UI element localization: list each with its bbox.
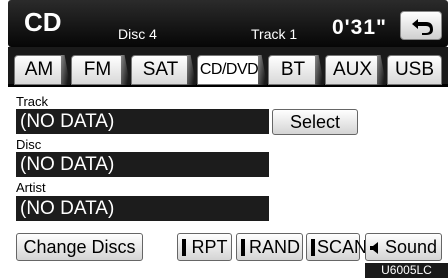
back-button[interactable] — [400, 11, 442, 40]
select-button[interactable]: Select — [272, 109, 358, 135]
figure-code: U6005LC — [365, 263, 448, 278]
source-title: CD — [24, 7, 62, 37]
scan-label: SCAN — [317, 237, 368, 257]
tab-sat[interactable]: SAT — [131, 55, 190, 85]
tab-usb[interactable]: USB — [387, 55, 442, 85]
tab-fm[interactable]: FM — [71, 55, 124, 85]
sound-button[interactable]: Sound — [365, 233, 442, 261]
now-playing-header: CD Disc 4 Track 1 0'31" — [8, 0, 448, 47]
disc-number: Disc 4 — [118, 26, 157, 42]
track-value: (NO DATA) — [16, 109, 269, 134]
disc-label: Disc — [16, 137, 42, 152]
scan-button[interactable]: SCAN — [306, 233, 367, 261]
track-number: Track 1 — [251, 26, 298, 42]
repeat-indicator — [182, 239, 186, 256]
disc-value: (NO DATA) — [16, 152, 269, 177]
tab-am[interactable]: AM — [14, 55, 64, 85]
artist-label: Artist — [16, 180, 46, 195]
repeat-button[interactable]: RPT — [177, 233, 232, 261]
source-tab-bar: AM FM SAT CD/DVD BT AUX USB — [8, 47, 448, 87]
return-arrow-icon — [412, 19, 433, 35]
tab-aux[interactable]: AUX — [325, 55, 380, 85]
random-indicator — [241, 239, 245, 256]
sound-label: Sound — [384, 237, 438, 257]
tab-bt[interactable]: BT — [268, 55, 318, 85]
tab-cd-dvd[interactable]: CD/DVD — [197, 55, 261, 85]
repeat-label: RPT — [191, 237, 228, 257]
artist-value: (NO DATA) — [16, 196, 269, 221]
track-label: Track — [16, 94, 49, 109]
change-discs-button[interactable]: Change Discs — [16, 233, 143, 261]
random-button[interactable]: RAND — [236, 233, 303, 261]
speaker-icon — [369, 242, 378, 254]
elapsed-time: 0'31" — [332, 16, 387, 39]
scan-indicator — [311, 239, 315, 256]
random-label: RAND — [248, 237, 300, 257]
